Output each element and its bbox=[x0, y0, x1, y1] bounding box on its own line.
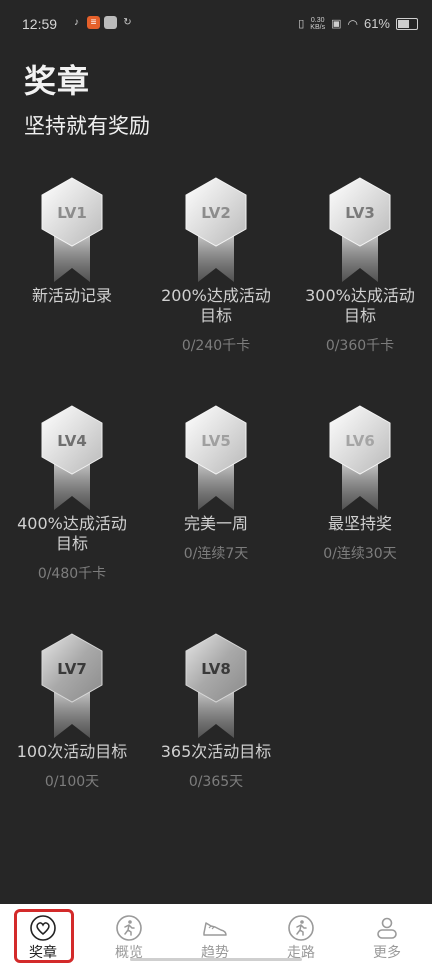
battery-percent: 61% bbox=[363, 16, 390, 31]
network-speed: 0.30 KB/s bbox=[310, 16, 326, 31]
person-icon bbox=[377, 917, 397, 939]
tab-label: 更多 bbox=[373, 945, 401, 961]
runner-icon bbox=[288, 915, 314, 941]
notification-icons: ♪ ≡ ↻ bbox=[70, 16, 134, 29]
svg-text:LV3: LV3 bbox=[345, 204, 375, 222]
badge-progress: 0/240千卡 bbox=[181, 338, 251, 354]
runner-icon bbox=[116, 915, 142, 941]
badge-name: 365次活动目标 bbox=[160, 742, 272, 761]
badge-name: 200%达成活动目标 bbox=[161, 286, 271, 325]
svg-text:LV2: LV2 bbox=[201, 204, 231, 222]
medal-icon: LV1 bbox=[41, 177, 103, 282]
tab-walking[interactable]: 走路 bbox=[258, 904, 344, 964]
badge-progress: 0/480千卡 bbox=[37, 566, 107, 582]
medal-icon: LV3 bbox=[329, 177, 391, 282]
badge-name: 最坚持奖 bbox=[327, 514, 392, 533]
tab-trends[interactable]: 趋势 bbox=[172, 904, 258, 964]
status-bar: 12:59 ♪ ≡ ↻ ▯ 0.30 KB/s ▣ ◠ 61% bbox=[0, 0, 432, 50]
badge-progress: 0/连续30天 bbox=[323, 546, 397, 562]
medal-icon: LV5 bbox=[185, 405, 247, 510]
battery-icon bbox=[396, 17, 418, 30]
badge-card[interactable]: LV1 新活动记录 bbox=[0, 174, 144, 315]
shoe-icon bbox=[203, 922, 227, 936]
medal-icon: LV7 bbox=[41, 633, 103, 738]
medal-icon: LV4 bbox=[41, 405, 103, 510]
svg-text:LV8: LV8 bbox=[201, 660, 231, 678]
badge-name: 新活动记录 bbox=[31, 286, 112, 305]
svg-text:LV1: LV1 bbox=[57, 204, 87, 222]
badge-progress: 0/365天 bbox=[188, 774, 244, 790]
badge-name: 300%达成活动目标 bbox=[305, 286, 415, 325]
tab-overview[interactable]: 概览 bbox=[86, 904, 172, 964]
wifi-icon: ◠ bbox=[347, 16, 358, 31]
svg-text:LV6: LV6 bbox=[345, 432, 375, 450]
medal-icon: LV8 bbox=[185, 633, 247, 738]
badge-card[interactable]: LV5 完美一周 0/连续7天 bbox=[144, 402, 288, 563]
status-right: ▯ 0.30 KB/s ▣ ◠ 61% bbox=[298, 16, 418, 31]
badge-card[interactable]: LV8 365次活动目标 0/365天 bbox=[144, 630, 288, 791]
page-title: 奖章 bbox=[24, 62, 91, 100]
app-notification-icon: ≡ bbox=[87, 16, 100, 29]
active-tab-highlight bbox=[14, 909, 74, 963]
badge-name: 400%达成活动目标 bbox=[17, 514, 127, 553]
medal-icon: LV2 bbox=[185, 177, 247, 282]
badge-card[interactable]: LV7 100次活动目标 0/100天 bbox=[0, 630, 144, 791]
tiktok-icon: ♪ bbox=[74, 17, 79, 28]
badge-name: 完美一周 bbox=[183, 514, 248, 533]
badge-progress: 0/连续7天 bbox=[183, 546, 249, 562]
sim-icon: ▣ bbox=[331, 18, 342, 30]
status-time: 12:59 bbox=[22, 16, 58, 32]
badge-name: 100次活动目标 bbox=[16, 742, 128, 761]
sync-icon: ↻ bbox=[123, 17, 132, 28]
svg-text:LV7: LV7 bbox=[57, 660, 87, 678]
badge-card[interactable]: LV4 400%达成活动目标 0/480千卡 bbox=[0, 402, 144, 583]
badge-card[interactable]: LV2 200%达成活动目标 0/240千卡 bbox=[144, 174, 288, 355]
badge-card[interactable]: LV6 最坚持奖 0/连续30天 bbox=[288, 402, 432, 563]
chat-icon bbox=[104, 16, 117, 29]
tab-more[interactable]: 更多 bbox=[344, 904, 430, 964]
medal-icon: LV6 bbox=[329, 405, 391, 510]
vibrate-icon: ▯ bbox=[298, 18, 305, 30]
badge-card[interactable]: LV3 300%达成活动目标 0/360千卡 bbox=[288, 174, 432, 355]
svg-text:LV4: LV4 bbox=[57, 432, 87, 450]
badge-progress: 0/100天 bbox=[44, 774, 100, 790]
svg-text:LV5: LV5 bbox=[201, 432, 231, 450]
badge-progress: 0/360千卡 bbox=[325, 338, 395, 354]
home-indicator[interactable] bbox=[130, 958, 302, 961]
page-subtitle: 坚持就有奖励 bbox=[24, 114, 150, 138]
